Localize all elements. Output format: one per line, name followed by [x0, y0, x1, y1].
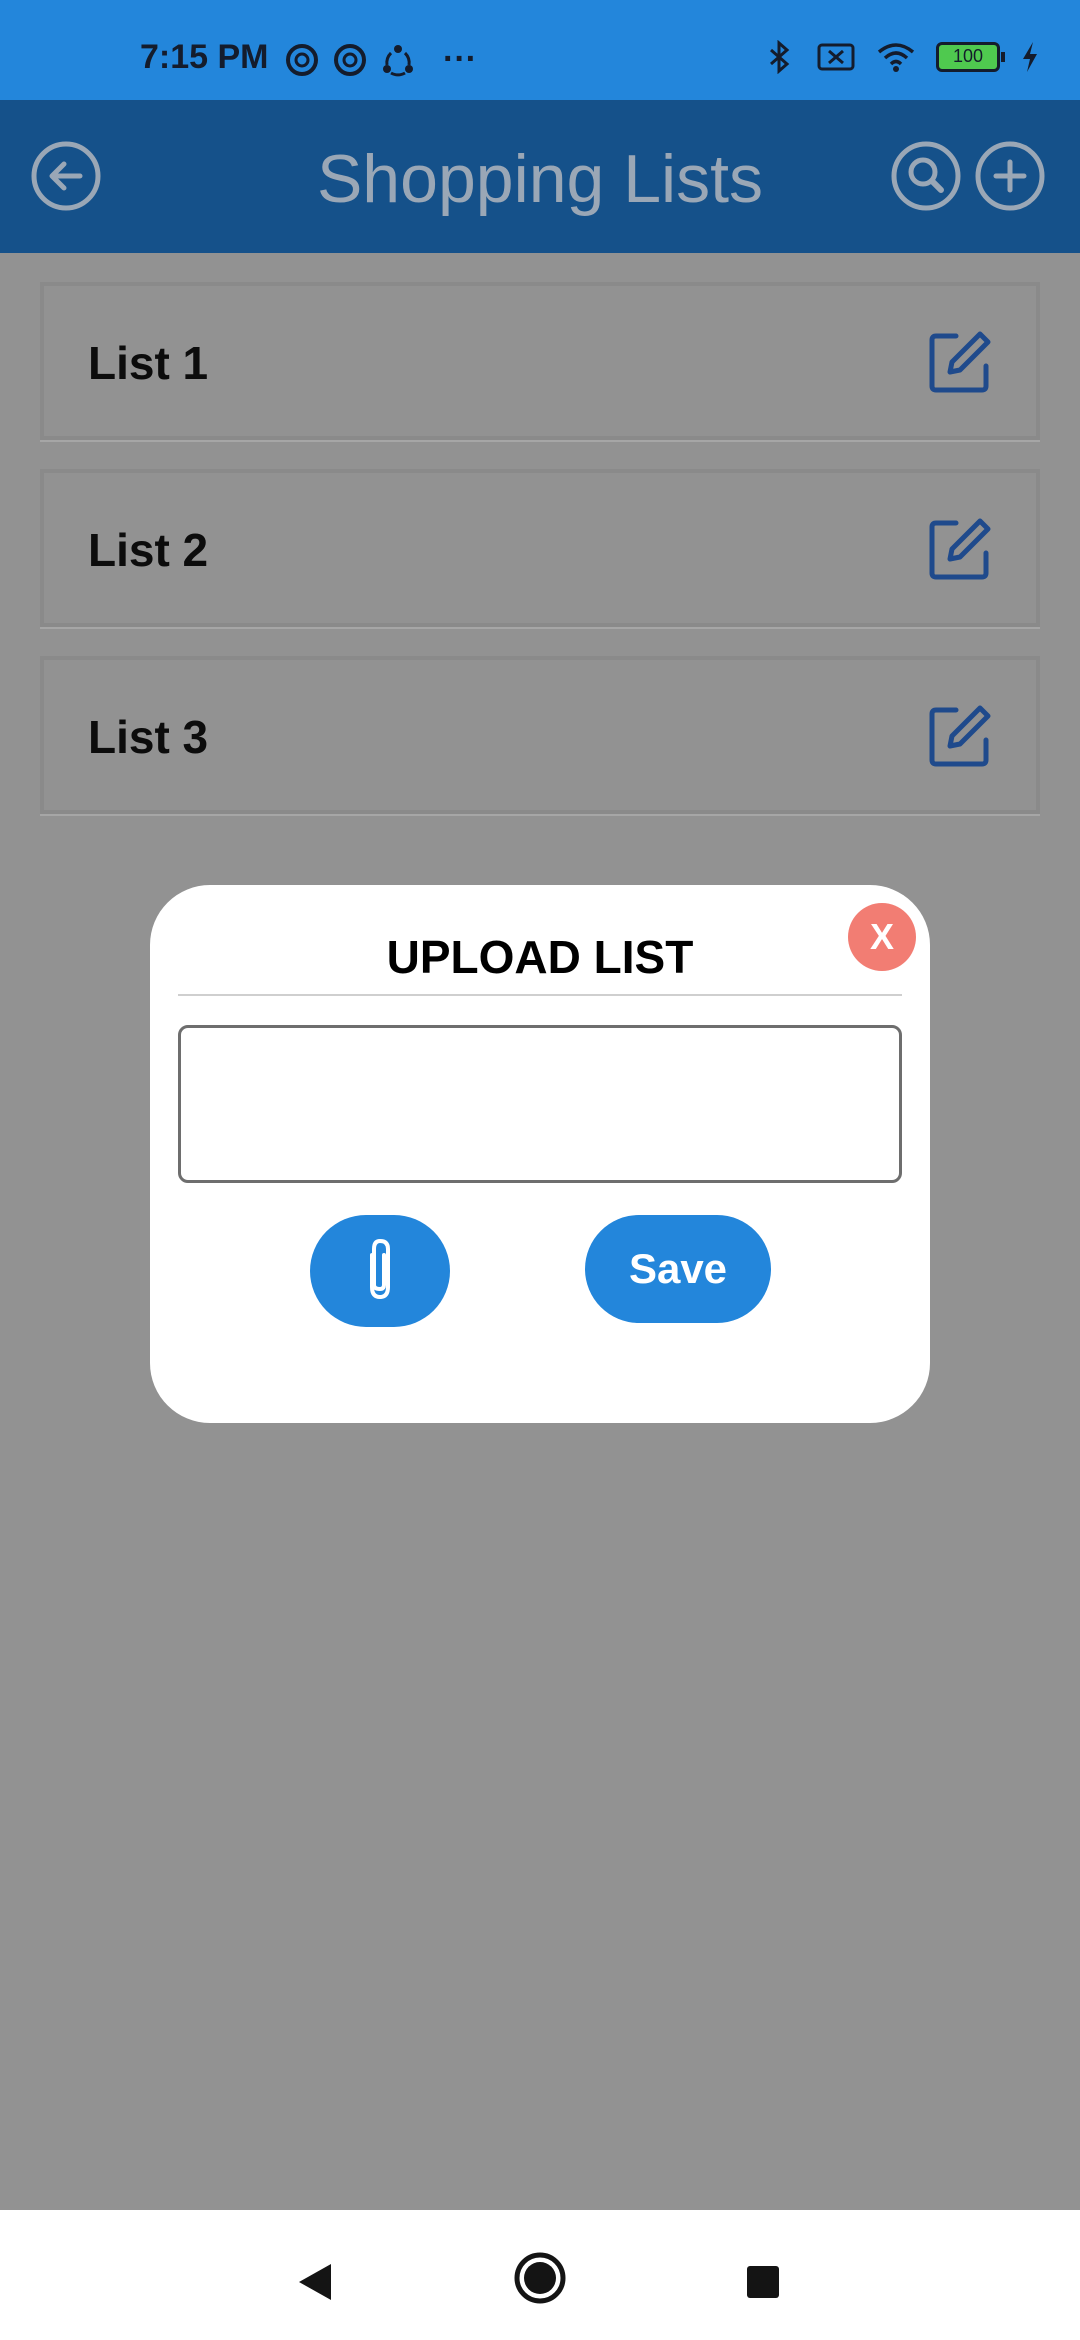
more-icon: ··· [443, 40, 477, 78]
list-item-label: List 3 [88, 711, 209, 763]
status-system-icons: 100 [762, 40, 1040, 74]
battery-level: 100 [952, 46, 984, 66]
status-time: 7:15 PM [140, 38, 269, 76]
list-item[interactable]: List 3 [40, 656, 1040, 814]
system-nav-bar [0, 2210, 1080, 2340]
bluetooth-icon [770, 40, 790, 74]
nav-home-icon[interactable] [512, 2250, 568, 2306]
list-item[interactable]: List 1 [40, 282, 1040, 440]
status-notification-icons: ··· [285, 40, 477, 79]
list-item-label: List 1 [88, 337, 209, 389]
status-bar: 7:15 PM ··· 100 [0, 0, 1080, 100]
dialog-title: UPLOAD LIST [386, 931, 694, 983]
share-icon [383, 44, 413, 76]
paperclip-icon [370, 1238, 390, 1300]
app-notification-icon [334, 43, 366, 76]
edit-icon[interactable] [926, 515, 994, 583]
search-icon[interactable] [886, 136, 966, 216]
app-notification-icon [286, 43, 318, 76]
edit-icon[interactable] [926, 328, 994, 396]
edit-icon[interactable] [926, 702, 994, 770]
attach-button[interactable] [310, 1215, 450, 1327]
add-icon[interactable] [970, 136, 1050, 216]
battery-icon: 100 [936, 42, 1005, 72]
nav-recents-icon[interactable] [745, 2264, 781, 2300]
dialog-divider [178, 994, 902, 996]
close-button[interactable]: X [848, 903, 916, 971]
list-item[interactable]: List 2 [40, 469, 1040, 627]
list-item-label: List 2 [88, 524, 209, 576]
charging-icon [1023, 42, 1037, 72]
save-button[interactable]: Save [585, 1215, 771, 1323]
nav-back-icon[interactable] [295, 2260, 335, 2304]
app-bar: Shopping Lists [0, 100, 1080, 253]
upload-text-input[interactable] [178, 1025, 902, 1183]
no-sim-icon [817, 43, 855, 71]
upload-list-dialog: UPLOAD LIST X Save [150, 885, 930, 1423]
wifi-icon [877, 43, 915, 72]
